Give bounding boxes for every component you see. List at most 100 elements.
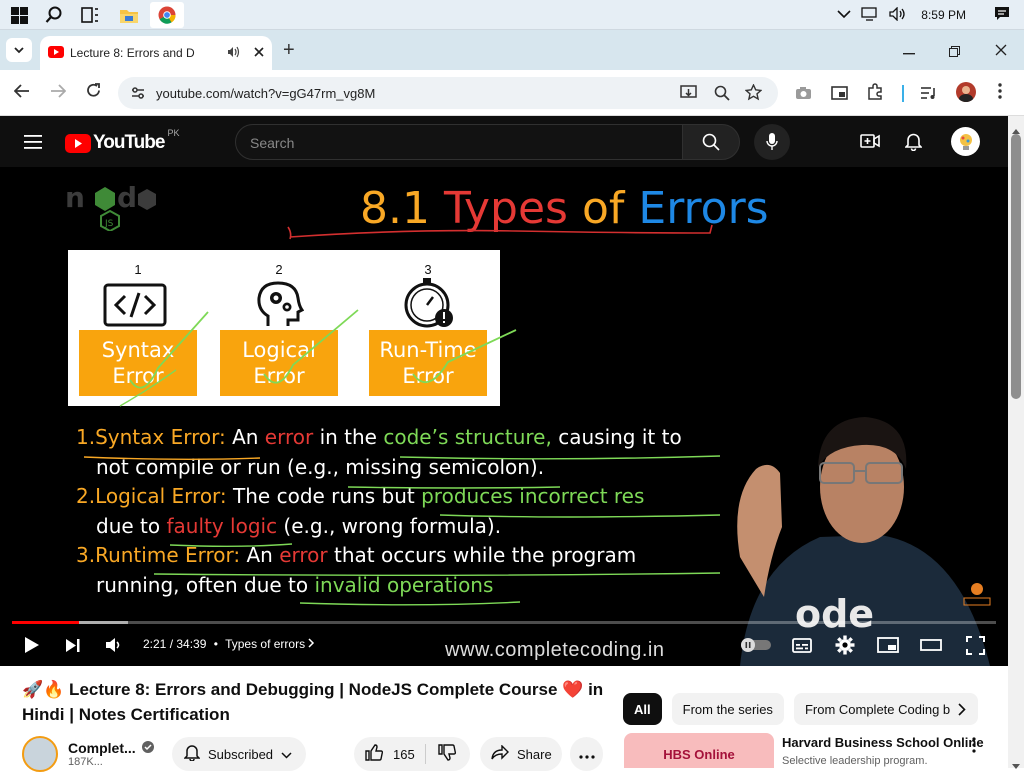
autoplay-toggle[interactable] bbox=[741, 633, 771, 657]
picture-in-picture-icon[interactable] bbox=[831, 84, 848, 105]
search-icon[interactable] bbox=[43, 4, 65, 26]
microphone-icon bbox=[766, 133, 778, 150]
ad-title[interactable]: Harvard Business School Online bbox=[782, 735, 984, 750]
voice-search-button[interactable] bbox=[754, 124, 790, 160]
more-actions-button[interactable] bbox=[570, 737, 603, 771]
chip-all[interactable]: All bbox=[623, 693, 662, 725]
file-explorer-icon[interactable] bbox=[117, 4, 141, 26]
volume-icon[interactable] bbox=[102, 633, 126, 657]
verified-badge-icon bbox=[141, 740, 154, 756]
volume-icon[interactable] bbox=[889, 5, 907, 24]
address-bar[interactable]: youtube.com/watch?v=gG47rm_vg8M bbox=[118, 77, 778, 109]
next-icon[interactable] bbox=[61, 633, 85, 657]
browser-tab-strip: Lecture 8: Errors and D + bbox=[0, 30, 1024, 70]
nodejs-logo: n d JS bbox=[65, 181, 159, 236]
scrollbar-thumb[interactable] bbox=[1011, 134, 1021, 399]
more-horizontal-icon bbox=[578, 747, 595, 762]
channel-name[interactable]: Complet... bbox=[68, 740, 136, 756]
chevron-right-icon[interactable] bbox=[308, 637, 315, 651]
youtube-header: YouTube PK Search bbox=[0, 116, 1008, 167]
player-controls: 2:21 / 34:39 • Types of errors bbox=[0, 615, 1008, 666]
ad-menu-icon[interactable] bbox=[972, 737, 976, 758]
dislike-button[interactable] bbox=[426, 744, 457, 764]
search-button[interactable] bbox=[682, 124, 740, 160]
tab-search-icon[interactable] bbox=[6, 38, 32, 62]
new-tab-button[interactable]: + bbox=[283, 39, 295, 62]
task-view-icon[interactable] bbox=[79, 4, 101, 26]
scroll-down-icon[interactable] bbox=[1012, 756, 1020, 774]
like-button[interactable]: 165 bbox=[354, 744, 426, 764]
account-avatar[interactable] bbox=[951, 127, 980, 156]
video-player[interactable]: n d JS 8.1 Types of Errors 1 Syntax Error… bbox=[0, 167, 1008, 666]
speaker-icon[interactable] bbox=[227, 46, 240, 61]
current-time: 2:21 / 34:39 bbox=[143, 637, 207, 651]
youtube-logo[interactable]: YouTube PK bbox=[65, 128, 179, 154]
separator-dot: • bbox=[213, 637, 218, 651]
close-window-icon[interactable] bbox=[995, 43, 1007, 61]
subscribed-label: Subscribed bbox=[208, 746, 274, 762]
related-filter-chips: All From the series From Complete Coding… bbox=[623, 693, 978, 725]
youtube-favicon bbox=[48, 45, 64, 61]
search-input[interactable]: Search bbox=[235, 124, 683, 160]
extensions-icon[interactable] bbox=[867, 83, 884, 105]
network-icon[interactable] bbox=[861, 6, 879, 24]
minimize-icon[interactable] bbox=[903, 42, 915, 60]
chip-from-complete-coding[interactable]: From Complete Coding b bbox=[793, 693, 978, 725]
fullscreen-icon[interactable] bbox=[963, 633, 987, 657]
video-frame: n d JS 8.1 Types of Errors 1 Syntax Error… bbox=[60, 167, 990, 666]
notifications-bell-icon[interactable] bbox=[904, 132, 923, 156]
chips-next-icon[interactable] bbox=[958, 703, 966, 721]
video-title-line-1: 🚀🔥 Lecture 8: Errors and Debugging | Nod… bbox=[22, 680, 604, 699]
tab-title: Lecture 8: Errors and D bbox=[70, 46, 195, 60]
channel-name-row: Complet... bbox=[68, 740, 154, 756]
media-controls-icon[interactable] bbox=[920, 84, 938, 105]
youtube-brand-text: YouTube bbox=[93, 132, 165, 153]
close-tab-icon[interactable] bbox=[254, 46, 264, 60]
sponsored-ad[interactable]: HBS Online Harvard Business School Onlin… bbox=[624, 733, 1008, 768]
progress-fill bbox=[12, 621, 79, 624]
thumbs-down-icon bbox=[438, 744, 457, 764]
back-icon[interactable] bbox=[13, 82, 30, 103]
chrome-taskbar-icon[interactable] bbox=[150, 2, 184, 28]
install-app-icon[interactable] bbox=[680, 85, 698, 104]
hamburger-menu-icon[interactable] bbox=[24, 135, 42, 154]
restore-icon[interactable] bbox=[949, 44, 960, 62]
progress-bar[interactable] bbox=[12, 621, 996, 624]
site-info-icon[interactable] bbox=[130, 85, 146, 104]
miniplayer-icon[interactable] bbox=[876, 633, 900, 657]
ad-thumbnail[interactable]: HBS Online bbox=[624, 733, 774, 768]
chevron-up-icon[interactable] bbox=[837, 8, 851, 22]
theater-mode-icon[interactable] bbox=[919, 633, 943, 657]
browser-toolbar: youtube.com/watch?v=gG47rm_vg8M bbox=[0, 70, 1024, 116]
page-scrollbar[interactable] bbox=[1008, 116, 1024, 769]
url-text[interactable]: youtube.com/watch?v=gG47rm_vg8M bbox=[156, 86, 375, 101]
zoom-icon[interactable] bbox=[714, 85, 730, 104]
share-button[interactable]: Share bbox=[480, 737, 562, 771]
clock-text[interactable]: 8:59 PM bbox=[921, 8, 966, 22]
create-video-icon[interactable] bbox=[860, 133, 880, 154]
channel-watermark-icon[interactable] bbox=[962, 581, 992, 607]
notifications-icon[interactable] bbox=[994, 6, 1010, 25]
windows-start-icon[interactable] bbox=[9, 4, 29, 26]
forward-icon[interactable] bbox=[50, 82, 67, 103]
chrome-menu-icon[interactable] bbox=[998, 83, 1002, 104]
share-arrow-icon bbox=[491, 744, 509, 763]
profile-avatar[interactable] bbox=[956, 82, 976, 102]
youtube-logo-icon bbox=[65, 133, 91, 153]
settings-gear-icon[interactable] bbox=[833, 633, 857, 657]
reload-icon[interactable] bbox=[86, 82, 101, 103]
chapter-title[interactable]: Types of errors bbox=[225, 637, 305, 651]
error-types-diagram: 1 Syntax Error 2 Logical Error 3 Run-Time E… bbox=[68, 250, 517, 407]
chevron-down-icon bbox=[281, 747, 292, 762]
browser-tab[interactable]: Lecture 8: Errors and D bbox=[40, 36, 272, 70]
bookmark-star-icon[interactable] bbox=[744, 83, 763, 104]
play-icon[interactable] bbox=[20, 633, 44, 657]
checkmark-annotations bbox=[119, 309, 517, 407]
camera-icon[interactable] bbox=[795, 84, 812, 105]
subscribed-button[interactable]: Subscribed bbox=[172, 737, 306, 771]
subtitles-icon[interactable] bbox=[790, 633, 814, 657]
share-label: Share bbox=[517, 746, 552, 762]
chip-from-the-series[interactable]: From the series bbox=[671, 693, 784, 725]
svg-text:JS: JS bbox=[104, 219, 114, 229]
channel-avatar[interactable] bbox=[22, 736, 58, 772]
